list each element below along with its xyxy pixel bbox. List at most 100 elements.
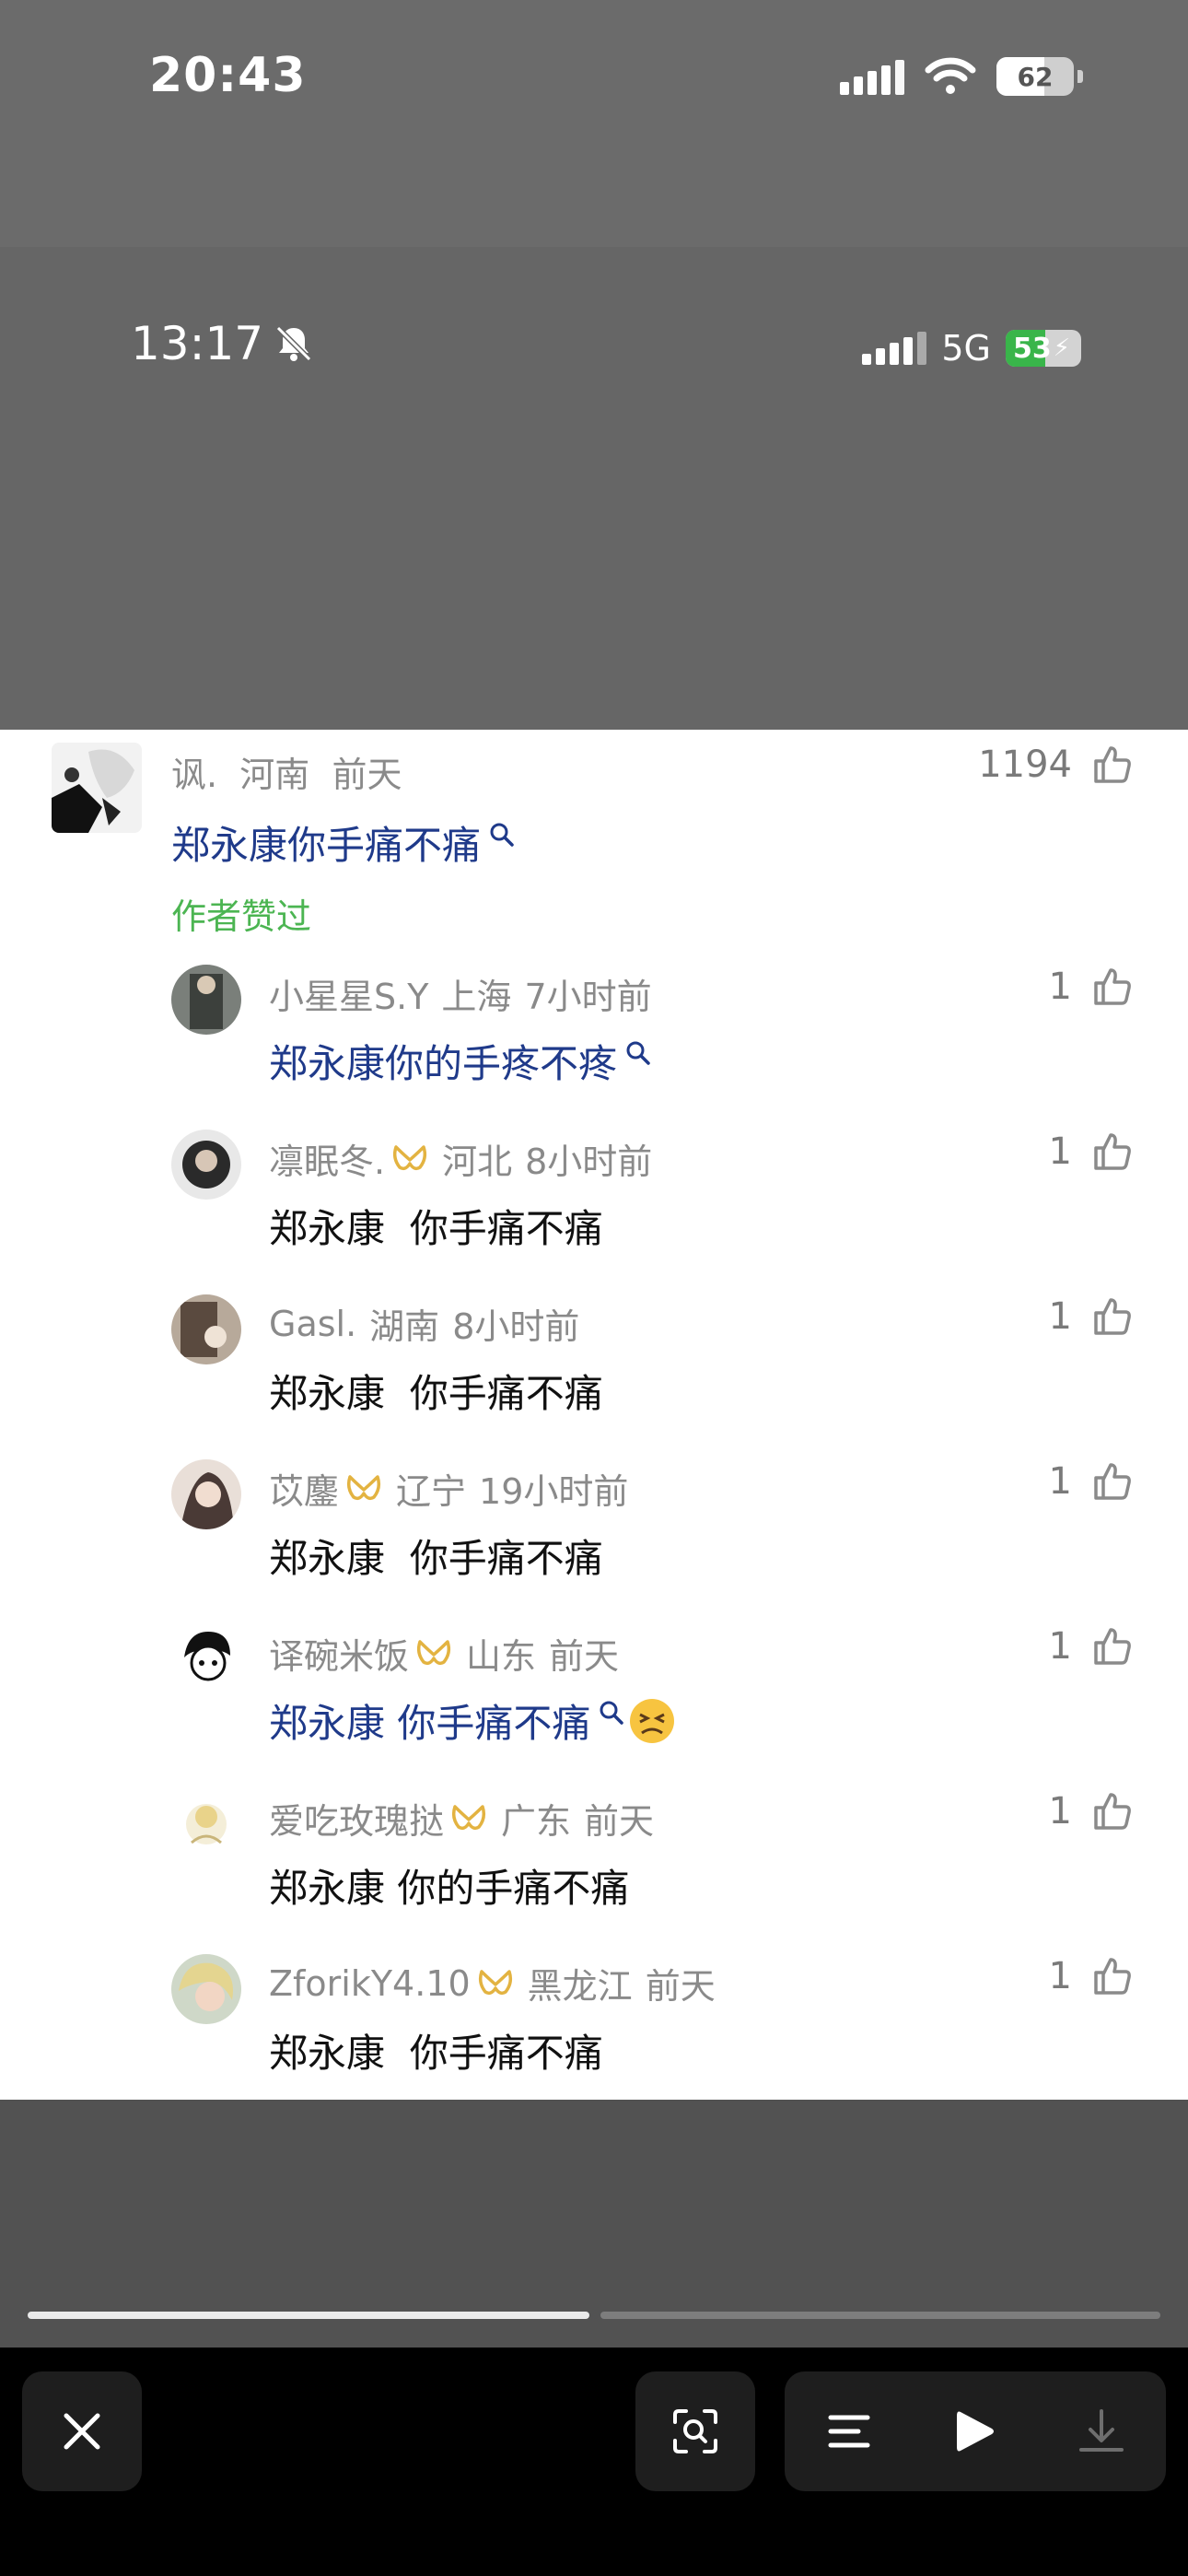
main-comment: 讽. 河南 前天 1194 郑永康你手痛不痛 作者赞过 (0, 730, 1188, 951)
reply-meta: 小星星S.Y 上海 7小时前 (269, 968, 652, 1019)
reply-avatar[interactable] (171, 965, 241, 1035)
reply-like-button[interactable]: 1 (1049, 1624, 1135, 1669)
reply-avatar[interactable] (171, 1459, 241, 1529)
cellular-signal-icon (840, 58, 904, 95)
text-scan-icon (673, 2409, 717, 2453)
reply-username[interactable]: Gasl. (269, 1304, 356, 1344)
reply-like-button[interactable]: 1 (1049, 1954, 1135, 1998)
search-icon[interactable] (624, 1039, 652, 1067)
reply-time: 前天 (645, 1966, 716, 2007)
reply-item: 爱吃玫瑰挞 广东 前天 1 郑永康 你的手痛不痛 (0, 1778, 1188, 1942)
reply-like-count: 1 (1048, 966, 1072, 1008)
main-comment-location: 河南 (239, 755, 310, 795)
thumb-up-icon[interactable] (1090, 1294, 1135, 1339)
main-comment-text[interactable]: 郑永康你手痛不痛 (171, 814, 516, 871)
play-icon[interactable] (953, 2408, 997, 2454)
page-indicator-segment-2[interactable] (600, 2312, 1160, 2319)
author-liked-label: 作者赞过 (171, 896, 312, 937)
reply-avatar[interactable] (171, 1130, 241, 1200)
inner-status-time-group: 13:17 (131, 317, 315, 370)
reply-like-count: 1 (1048, 1460, 1072, 1503)
reply-username[interactable]: 译碗米饭 (269, 1628, 409, 1679)
thumb-up-icon[interactable] (1090, 1130, 1135, 1174)
reply-meta: ZforikY4.10 黑龙江 前天 (269, 1958, 716, 2008)
reply-username[interactable]: 爱吃玫瑰挞 (269, 1793, 444, 1844)
scan-text-button[interactable] (635, 2371, 755, 2491)
reply-like-button[interactable]: 1 (1049, 1130, 1135, 1174)
reply-like-button[interactable]: 1 (1049, 965, 1135, 1009)
thumb-up-icon[interactable] (1090, 965, 1135, 1009)
inner-status-time: 13:17 (131, 317, 264, 370)
reply-like-button[interactable]: 1 (1049, 1789, 1135, 1833)
thumb-up-icon[interactable] (1090, 743, 1135, 787)
reply-text[interactable]: 郑永康 你手痛不痛 (269, 1363, 603, 1419)
reply-location: 山东 (466, 1636, 537, 1677)
main-comment-time: 前天 (332, 755, 402, 795)
reply-like-button[interactable]: 1 (1049, 1294, 1135, 1339)
close-icon (64, 2413, 100, 2450)
main-comment-text-content: 郑永康你手痛不痛 (171, 823, 482, 868)
reply-like-button[interactable]: 1 (1049, 1459, 1135, 1504)
reply-username[interactable]: 凛眠冬. (269, 1133, 385, 1184)
thumb-up-icon[interactable] (1090, 1954, 1135, 1998)
bell-slash-icon (275, 325, 312, 362)
reply-like-count: 1 (1048, 1955, 1072, 1997)
outer-battery-icon: 62 (996, 57, 1074, 96)
vip-badge-icon (416, 1639, 451, 1665)
search-icon[interactable] (488, 821, 516, 849)
reply-location: 辽宁 (396, 1471, 467, 1512)
reply-text[interactable]: 郑永康你的手疼不疼 (269, 1033, 652, 1089)
reply-text-content: 郑永康 你手痛不痛 (269, 1701, 591, 1746)
download-icon[interactable] (1077, 2407, 1125, 2455)
close-button[interactable] (22, 2371, 142, 2491)
reply-username[interactable]: ZforikY4.10 (269, 1963, 471, 2004)
reply-meta: 爱吃玫瑰挞 广东 前天 (269, 1793, 654, 1844)
outer-battery-level: 62 (1017, 61, 1054, 92)
reply-location: 上海 (441, 977, 512, 1017)
reply-avatar[interactable] (171, 1624, 241, 1694)
reply-item: 小星星S.Y 上海 7小时前 1 郑永康你的手疼不疼 (0, 954, 1188, 1118)
inner-battery-level: 53 (1013, 332, 1052, 365)
reply-meta: 凛眠冬. 河北 8小时前 (269, 1133, 652, 1184)
inner-battery-icon: 53 ⚡ (1006, 330, 1081, 367)
thumb-up-icon[interactable] (1090, 1624, 1135, 1669)
vip-badge-icon (478, 1969, 512, 1995)
thumb-up-icon[interactable] (1090, 1459, 1135, 1504)
reply-avatar[interactable] (171, 1294, 241, 1364)
media-controls (785, 2371, 1166, 2491)
inner-status-area: 13:17 5G 53 ⚡ (0, 247, 1188, 730)
reply-text-content: 郑永康 你手痛不痛 (269, 1371, 603, 1416)
reply-like-count: 1 (1048, 1295, 1072, 1338)
reply-avatar[interactable] (171, 1954, 241, 2024)
reply-time: 19小时前 (479, 1471, 629, 1512)
outer-status-time: 20:43 (149, 48, 307, 103)
main-comment-username[interactable]: 讽. (171, 755, 217, 795)
reply-text[interactable]: 郑永康 你的手痛不痛 (269, 1857, 629, 1914)
charging-bolt-icon: ⚡ (1053, 334, 1071, 362)
reply-time: 8小时前 (452, 1306, 580, 1347)
reply-item: 苡鏖 辽宁 19小时前 1 郑永康 你手痛不痛 (0, 1448, 1188, 1612)
reply-text[interactable]: 郑永康 你手痛不痛 (269, 1528, 603, 1584)
reply-text[interactable]: 郑永康 你手痛不痛 (269, 1198, 603, 1254)
persevering-face-emoji-icon (630, 1698, 675, 1743)
viewer-toolbar (0, 2348, 1188, 2576)
main-comment-avatar[interactable] (52, 743, 142, 833)
page-indicator-segment-1[interactable] (28, 2312, 589, 2319)
reply-meta: 苡鏖 辽宁 19小时前 (269, 1463, 628, 1514)
reply-username[interactable]: 小星星S.Y (269, 968, 428, 1019)
vip-badge-icon (451, 1804, 486, 1830)
reply-avatar[interactable] (171, 1789, 241, 1859)
search-icon[interactable] (598, 1699, 625, 1727)
reply-username[interactable]: 苡鏖 (269, 1463, 339, 1514)
reply-text[interactable]: 郑永康 你手痛不痛 (269, 1692, 677, 1749)
reply-text[interactable]: 郑永康 你手痛不痛 (269, 2022, 603, 2078)
outer-status-icons: 62 (840, 57, 1083, 96)
reply-like-count: 1 (1048, 1790, 1072, 1832)
list-icon[interactable] (825, 2410, 873, 2453)
thumb-up-icon[interactable] (1090, 1789, 1135, 1833)
reply-like-count: 1 (1048, 1130, 1072, 1173)
main-comment-like-button[interactable]: 1194 (978, 743, 1135, 787)
reply-item: 译碗米饭 山东 前天 1 郑永康 你手痛不痛 (0, 1613, 1188, 1777)
vip-badge-icon (346, 1474, 381, 1500)
reply-time: 前天 (549, 1636, 620, 1677)
